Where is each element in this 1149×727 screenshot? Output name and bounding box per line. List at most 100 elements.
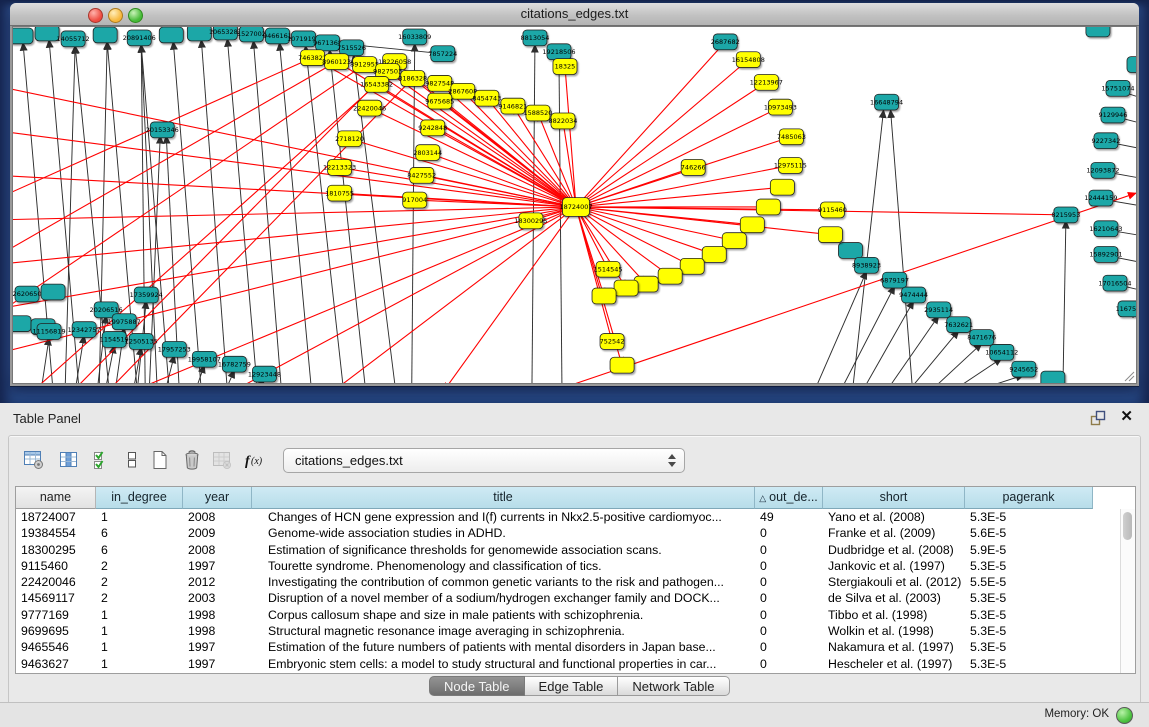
network-edge[interactable] bbox=[444, 207, 576, 383]
network-node[interactable]: 16033809 bbox=[398, 29, 431, 45]
network-node[interactable]: 16210643 bbox=[1089, 221, 1122, 237]
network-node[interactable]: 917004 bbox=[402, 192, 427, 208]
network-node[interactable]: 1167533 bbox=[1116, 301, 1136, 317]
network-node[interactable] bbox=[614, 280, 638, 296]
network-node[interactable]: 8454743 bbox=[472, 90, 501, 106]
network-node[interactable] bbox=[610, 357, 634, 373]
network-node[interactable]: 7485063 bbox=[777, 129, 806, 145]
network-node[interactable]: 752542 bbox=[600, 334, 625, 350]
network-node[interactable] bbox=[1086, 27, 1110, 37]
network-edge[interactable] bbox=[887, 316, 939, 383]
network-edge[interactable] bbox=[814, 271, 866, 383]
network-node[interactable]: 12093872 bbox=[1086, 162, 1119, 178]
network-edge[interactable] bbox=[227, 39, 257, 383]
network-node[interactable]: 9242848 bbox=[418, 120, 447, 136]
network-edge[interactable] bbox=[1063, 221, 1066, 383]
table-row[interactable]: 969969511998Structural magnetic resonanc… bbox=[16, 623, 1121, 639]
table-row[interactable]: 911546021997Tourette syndrome. Phenomeno… bbox=[16, 558, 1121, 574]
table-row[interactable]: 946554611997Estimation of the future num… bbox=[16, 639, 1121, 655]
network-node[interactable]: 7632621 bbox=[944, 317, 973, 333]
network-node[interactable]: 12923448 bbox=[248, 366, 281, 382]
network-window[interactable]: citations_edges.txt 14055712208914 bbox=[10, 3, 1139, 386]
table-scrollbar[interactable] bbox=[1120, 509, 1135, 673]
network-node[interactable]: 20153346 bbox=[146, 122, 179, 138]
create-table-button[interactable] bbox=[147, 447, 173, 473]
column-header-title[interactable]: title bbox=[252, 487, 755, 509]
window-titlebar[interactable]: citations_edges.txt bbox=[10, 3, 1139, 26]
column-header-out-de-[interactable]: △out_de... bbox=[755, 487, 823, 509]
network-edge[interactable] bbox=[891, 110, 913, 383]
network-node[interactable]: 1514545 bbox=[594, 261, 623, 277]
network-edge[interactable] bbox=[306, 46, 344, 383]
network-node[interactable]: 12505135 bbox=[125, 334, 158, 350]
network-node[interactable] bbox=[187, 27, 211, 41]
network-node[interactable] bbox=[1041, 371, 1065, 383]
network-node[interactable]: 18325 bbox=[553, 59, 577, 75]
network-node[interactable]: 9474444 bbox=[899, 287, 928, 303]
network-node[interactable]: 2718120 bbox=[335, 131, 364, 147]
network-edge[interactable] bbox=[253, 41, 281, 383]
delete-table-button[interactable] bbox=[179, 447, 205, 473]
network-node[interactable]: 9227342 bbox=[1091, 133, 1120, 149]
network-node[interactable] bbox=[13, 28, 33, 44]
network-node[interactable] bbox=[722, 233, 746, 249]
table-row[interactable]: 1872400712008Changes of HCN gene express… bbox=[16, 509, 1121, 525]
network-node[interactable]: 17957253 bbox=[158, 341, 191, 357]
column-header-in-degree[interactable]: in_degree bbox=[96, 487, 183, 509]
network-node[interactable] bbox=[13, 316, 31, 332]
network-node[interactable]: 6879197 bbox=[880, 272, 909, 288]
network-node[interactable]: 18724007 bbox=[559, 198, 592, 217]
network-node[interactable]: 8186328 bbox=[398, 71, 427, 87]
network-node[interactable]: 8960123 bbox=[322, 54, 351, 70]
network-node[interactable]: 19975887 bbox=[108, 314, 141, 330]
network-edge[interactable] bbox=[840, 286, 894, 383]
network-edge[interactable] bbox=[201, 40, 227, 383]
resize-grip[interactable] bbox=[1121, 368, 1135, 382]
memory-indicator[interactable] bbox=[1116, 707, 1133, 724]
network-edge[interactable] bbox=[565, 67, 576, 207]
tab-edge-table[interactable]: Edge Table bbox=[525, 676, 619, 696]
network-node[interactable]: 746266 bbox=[681, 160, 706, 176]
table-settings-button[interactable] bbox=[21, 447, 47, 473]
network-node[interactable]: 15751074 bbox=[1101, 80, 1134, 96]
network-node[interactable]: 9115460 bbox=[818, 202, 847, 218]
network-node[interactable]: 16543382 bbox=[360, 76, 393, 92]
network-node[interactable] bbox=[702, 247, 726, 263]
network-node[interactable]: 16782759 bbox=[218, 356, 251, 372]
network-node[interactable]: 8813054 bbox=[520, 30, 549, 46]
network-node[interactable]: 15892901 bbox=[1089, 247, 1122, 263]
tab-node-table[interactable]: Node Table bbox=[429, 676, 525, 696]
network-node[interactable] bbox=[35, 27, 59, 41]
column-header-year[interactable]: year bbox=[183, 487, 252, 509]
network-node[interactable]: 2687682 bbox=[711, 34, 740, 50]
network-edge[interactable] bbox=[173, 42, 201, 383]
import-table-button[interactable] bbox=[209, 447, 235, 473]
network-node[interactable]: 12213323 bbox=[323, 160, 356, 176]
table-row[interactable]: 1938455462009Genome-wide association stu… bbox=[16, 525, 1121, 541]
network-edge[interactable] bbox=[13, 207, 576, 309]
show-columns-button[interactable] bbox=[56, 447, 82, 473]
network-node[interactable]: 2620650 bbox=[13, 286, 41, 302]
network-node[interactable] bbox=[658, 268, 682, 284]
column-header-pagerank[interactable]: pagerank bbox=[965, 487, 1093, 509]
network-node[interactable]: 20891406 bbox=[123, 30, 156, 46]
network-node[interactable] bbox=[818, 227, 842, 243]
network-node[interactable]: 22420046 bbox=[353, 100, 386, 116]
network-node[interactable]: 12444159 bbox=[1084, 190, 1117, 206]
network-node[interactable]: 7857224 bbox=[428, 46, 457, 62]
network-node[interactable] bbox=[1127, 57, 1136, 73]
network-node[interactable] bbox=[740, 217, 764, 233]
network-canvas[interactable]: 1405571220891406106532871527002946616110… bbox=[12, 26, 1137, 384]
network-node[interactable]: 8938923 bbox=[852, 257, 881, 273]
network-node[interactable]: 12342757 bbox=[68, 322, 101, 338]
network-node[interactable]: 17016504 bbox=[1098, 275, 1131, 291]
network-edge[interactable] bbox=[863, 301, 914, 383]
table-row[interactable]: 2242004622012Investigating the contribut… bbox=[16, 574, 1121, 590]
network-node[interactable]: 18300295 bbox=[514, 213, 547, 229]
network-node[interactable]: 8822034 bbox=[549, 113, 578, 129]
network-node[interactable]: 19958107 bbox=[188, 351, 221, 367]
table-selector-dropdown[interactable]: citations_edges.txt bbox=[283, 448, 685, 473]
network-node[interactable] bbox=[838, 243, 862, 259]
network-node[interactable] bbox=[93, 27, 117, 43]
network-node[interactable]: 9675685 bbox=[425, 93, 454, 109]
